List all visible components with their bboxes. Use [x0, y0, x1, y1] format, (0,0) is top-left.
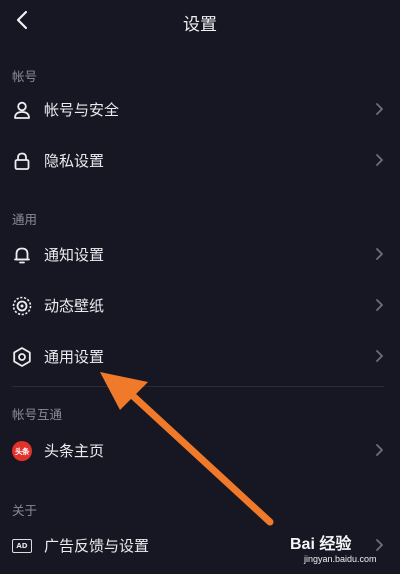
settings-item-label: 动态壁纸	[44, 297, 105, 315]
settings-item-privacy[interactable]: 隐私设置	[0, 138, 400, 182]
settings-item-label: 头条主页	[44, 442, 105, 460]
chevron-right-icon	[376, 248, 383, 260]
settings-item-toutiao-home[interactable]: 头条 头条主页	[0, 428, 400, 472]
settings-item-account-security[interactable]: 帐号与安全	[0, 87, 400, 131]
settings-item-dynamic-wallpaper[interactable]: 动态壁纸	[0, 283, 400, 327]
gear-icon	[10, 345, 34, 369]
baidu-jingyan-watermark: Bai 经验 jingyan.baidu.com	[286, 520, 396, 570]
section-label-about: 关于	[12, 503, 38, 518]
chevron-right-icon	[376, 350, 383, 362]
settings-item-general-settings[interactable]: 通用设置	[0, 334, 400, 378]
watermark-brand: Bai 经验	[290, 536, 352, 553]
settings-item-label: 隐私设置	[44, 152, 105, 170]
chevron-right-icon	[376, 444, 383, 456]
lock-icon	[10, 149, 34, 173]
chevron-right-icon	[376, 154, 383, 166]
settings-item-label: 帐号与安全	[44, 101, 120, 119]
person-icon	[10, 98, 34, 122]
section-label-linked-accounts: 帐号互通	[12, 407, 63, 422]
settings-item-label: 通用设置	[44, 348, 105, 366]
settings-item-notifications[interactable]: 通知设置	[0, 232, 400, 276]
section-label-account: 帐号	[12, 69, 38, 84]
chevron-right-icon	[376, 299, 383, 311]
watermark-site: jingyan.baidu.com	[304, 554, 377, 564]
page-title: 设置	[183, 15, 217, 35]
bell-icon	[10, 243, 34, 267]
toutiao-badge: 头条	[12, 441, 32, 461]
settings-item-label: 广告反馈与设置	[44, 537, 150, 555]
section-label-general: 通用	[12, 212, 38, 227]
ad-badge: AD	[12, 539, 32, 553]
chevron-right-icon	[376, 103, 383, 115]
section-divider	[12, 386, 384, 387]
top-bar: 设置	[0, 0, 400, 44]
settings-item-label: 通知设置	[44, 246, 105, 264]
ad-icon: AD	[10, 534, 34, 558]
toutiao-icon: 头条	[10, 439, 34, 463]
dynamic-wallpaper-icon	[10, 294, 34, 318]
